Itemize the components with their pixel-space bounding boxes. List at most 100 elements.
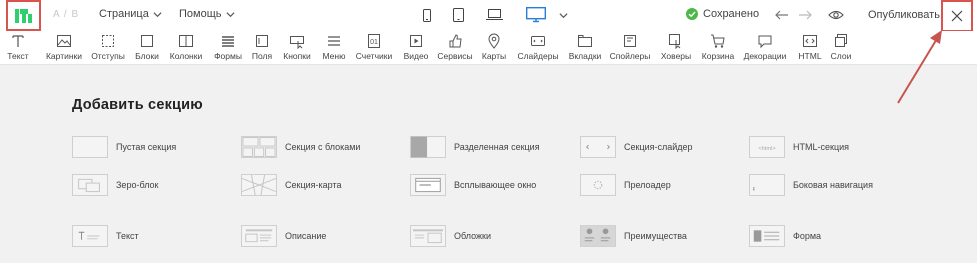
toolbar-item-label: Кнопки	[283, 51, 311, 61]
split-section-icon	[410, 136, 446, 158]
toolbar-item[interactable]: Отступы	[88, 33, 128, 61]
page-menu[interactable]: Страница	[99, 8, 162, 20]
section-template-item[interactable]: Секция-карта	[241, 174, 341, 196]
toolbar-item[interactable]: Декорации	[743, 33, 787, 61]
toolbar-item-label: Поля	[251, 51, 273, 61]
counter-icon: 01	[368, 34, 380, 48]
section-template-label: Пустая секция	[116, 142, 177, 152]
top-bar: A / B Страница Помощь Сохранено Опублико…	[0, 0, 977, 32]
map-section-icon	[241, 174, 277, 196]
toolbar-item-label: Спойлеры	[609, 51, 651, 61]
preloader-icon	[580, 174, 616, 196]
ab-test-label[interactable]: A / B	[53, 9, 79, 20]
section-template-label: Форма	[793, 231, 822, 241]
section-template-label: Боковая навигация	[793, 180, 873, 190]
toolbar-item[interactable]: Колонки	[166, 33, 206, 61]
check-circle-icon	[686, 8, 698, 20]
help-menu[interactable]: Помощь	[179, 8, 235, 20]
toolbar-item[interactable]: Видео	[396, 33, 436, 61]
section-template-label: Обложки	[454, 231, 491, 241]
section-template-label: Зеро-блок	[116, 180, 159, 190]
section-template-item[interactable]: <html> HTML-секция	[749, 136, 849, 158]
redo-button[interactable]	[795, 5, 815, 25]
chevron-down-icon	[153, 11, 162, 17]
section-template-item[interactable]: Разделенная секция	[410, 136, 540, 158]
toolbar-item[interactable]: Поля	[242, 33, 282, 61]
slider-section-icon	[580, 136, 616, 158]
toolbar-item[interactable]: Спойлеры	[610, 33, 650, 61]
toolbar-item[interactable]: Вкладки	[565, 33, 605, 61]
undo-button[interactable]	[772, 5, 792, 25]
publish-button[interactable]: Опубликовать	[868, 9, 940, 21]
section-template-item[interactable]: Форма	[749, 225, 821, 247]
section-template-label: Секция с блоками	[285, 142, 361, 152]
section-template-label: Секция-слайдер	[624, 142, 693, 152]
section-template-item[interactable]: Боковая навигация	[749, 174, 873, 196]
image-icon	[57, 35, 71, 47]
spoiler-icon	[624, 35, 636, 47]
section-template-item[interactable]: Обложки	[410, 225, 491, 247]
section-template-item[interactable]: Прелоадер	[580, 174, 671, 196]
map-pin-icon	[488, 33, 500, 49]
preview-button[interactable]	[826, 5, 846, 25]
toolbar-item[interactable]: Сервисы	[435, 33, 475, 61]
button-icon	[290, 36, 304, 49]
toolbar-item[interactable]: Блоки	[127, 33, 167, 61]
layers-icon	[835, 34, 847, 47]
html-section-icon: <html>	[749, 136, 785, 158]
section-template-item[interactable]: Текст	[72, 225, 139, 247]
toolbar-item[interactable]: Кнопки	[277, 33, 317, 61]
section-template-label: HTML-секция	[793, 142, 849, 152]
toolbar-item-label: Вкладки	[568, 51, 602, 61]
toolbar-item-label: Слои	[830, 51, 852, 61]
toolbar-item-label: Слайдеры	[517, 51, 559, 61]
forms-icon	[222, 36, 234, 47]
toolbar-item-label: Корзина	[701, 51, 735, 61]
section-template-item[interactable]: Всплывающее окно	[410, 174, 536, 196]
toolbar-item[interactable]: Ховеры	[656, 33, 696, 61]
toolbar-item[interactable]: Меню	[314, 33, 354, 61]
toolbar-item[interactable]: Картинки	[44, 33, 84, 61]
section-template-item[interactable]: Преимущества	[580, 225, 687, 247]
section-template-item[interactable]: Секция с блоками	[241, 136, 360, 158]
device-desktop-button[interactable]	[525, 5, 547, 25]
toolbar-item-label: Декорации	[743, 51, 787, 61]
close-icon	[951, 10, 963, 22]
services-icon	[449, 34, 462, 48]
section-template-item[interactable]: Секция-слайдер	[580, 136, 693, 158]
toolbar-item[interactable]: Карты	[474, 33, 514, 61]
device-tablet-button[interactable]	[451, 5, 465, 25]
text-icon	[12, 35, 24, 47]
section-template-item[interactable]: Пустая секция	[72, 136, 176, 158]
toolbar-item-label: Картинки	[45, 51, 83, 61]
device-laptop-button[interactable]	[485, 5, 503, 25]
toolbar-item[interactable]: Слайдеры	[517, 33, 559, 61]
chevron-down-icon	[558, 12, 568, 18]
cover-icon	[410, 225, 446, 247]
block-icon	[141, 35, 153, 47]
close-button[interactable]	[941, 0, 973, 32]
device-phone-button[interactable]	[421, 5, 433, 25]
logo-button[interactable]	[6, 0, 41, 31]
blocks-section-icon	[241, 136, 277, 158]
page-title: Добавить секцию	[72, 97, 203, 113]
section-template-label: Секция-карта	[285, 180, 342, 190]
toolbar-item-label: Счетчики	[355, 51, 393, 61]
blocks-toolbar: Текст Картинки Отступы Блоки Колонки Формы Пол…	[0, 31, 977, 65]
toolbar-item[interactable]: Слои	[821, 33, 861, 61]
hover-icon	[669, 34, 681, 49]
html-code-icon	[803, 35, 817, 47]
toolbar-item[interactable]: 01 Счетчики	[354, 33, 394, 61]
section-template-item[interactable]: Описание	[241, 225, 326, 247]
toolbar-item-label: Меню	[322, 51, 346, 61]
section-template-item[interactable]: Зеро-блок	[72, 174, 159, 196]
menu-icon	[328, 36, 340, 46]
toolbar-item[interactable]: Корзина	[698, 33, 738, 61]
toolbar-item-label: Сервисы	[437, 51, 473, 61]
desktop-icon	[526, 7, 546, 23]
toolbar-item-label: Видео	[403, 51, 429, 61]
toolbar-item[interactable]: Текст	[0, 33, 38, 61]
device-more-button[interactable]	[557, 5, 569, 25]
zero-block-icon	[72, 174, 108, 196]
svg-text:<html>: <html>	[758, 146, 776, 152]
